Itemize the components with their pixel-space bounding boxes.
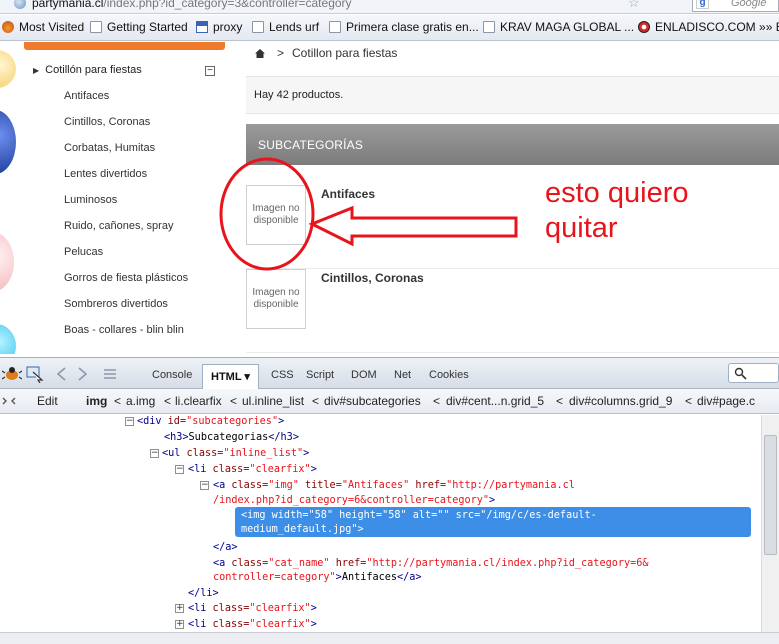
firebug-breadcrumbs: Edit img < a.img < li.clearfix < ul.inli… — [0, 389, 779, 414]
menu-lines-icon[interactable] — [100, 365, 120, 383]
tab-dom[interactable]: DOM — [351, 369, 377, 381]
firebug-bug-icon[interactable] — [2, 365, 22, 383]
page-icon — [252, 21, 264, 33]
crumb-div-subcategories[interactable]: div#subcategories — [324, 394, 421, 408]
bookmarks-toolbar: Most Visited Getting Started proxy Lends… — [0, 15, 779, 41]
expand-toggle-icon[interactable]: + — [175, 620, 184, 629]
tree-line[interactable]: <ul class="inline_list"> — [162, 447, 309, 460]
tab-net[interactable]: Net — [394, 369, 411, 381]
bookmark-lends-urf[interactable]: Lends urf — [252, 20, 319, 34]
bookmark-most-visited[interactable]: Most Visited — [2, 20, 84, 34]
crumb-separator: < — [312, 394, 320, 408]
url-domain: partymania.cl — [32, 0, 104, 10]
tree-line: <img width="58" height="58" alt="" src="… — [241, 510, 597, 521]
collapse-toggle-icon[interactable]: − — [200, 481, 209, 490]
tree-line[interactable]: </li> — [188, 587, 219, 600]
selected-node[interactable]: <img width="58" height="58" alt="" src="… — [235, 507, 751, 537]
crumb-separator: < — [433, 394, 441, 408]
page-icon — [90, 21, 102, 33]
dropdown-arrow-icon[interactable]: ▾ — [244, 371, 250, 383]
address-bar[interactable]: partymania.cl/index.php?id_category=3&co… — [0, 0, 779, 14]
bookmark-primera-clase[interactable]: Primera clase gratis en... — [329, 20, 479, 34]
page-content: ▶ Cotillón para fiestas − Antifaces Cinti… — [0, 42, 779, 354]
page-icon — [483, 21, 495, 33]
edit-button[interactable]: Edit — [37, 394, 58, 408]
back-icon[interactable] — [52, 365, 72, 383]
collapse-toggle-icon[interactable]: − — [125, 417, 134, 426]
bookmark-enladisco[interactable]: ENLADISCO.COM »» E... — [638, 20, 779, 34]
crumb-separator: < — [685, 394, 693, 408]
expand-toggle-icon[interactable]: + — [175, 604, 184, 613]
annotation-arrow — [308, 205, 518, 247]
split-view-icon[interactable] — [2, 395, 16, 407]
search-icon — [734, 367, 747, 380]
google-icon[interactable]: g — [696, 0, 709, 9]
firebug-search[interactable] — [728, 363, 779, 383]
page-icon — [329, 21, 341, 33]
tab-cookies[interactable]: Cookies — [429, 369, 469, 381]
tree-line[interactable]: <li class="clearfix"> — [188, 602, 317, 615]
tree-line: medium_default.jpg"> — [241, 524, 364, 535]
crumb-ul[interactable]: ul.inline_list — [242, 394, 304, 408]
site-identity-icon[interactable] — [14, 0, 26, 9]
crumb-separator: < — [556, 394, 564, 408]
crumb-div-page[interactable]: div#page.c — [697, 394, 755, 408]
tab-css[interactable]: CSS — [271, 369, 294, 381]
crumb-separator: < — [230, 394, 238, 408]
search-box[interactable]: g Google — [692, 0, 779, 12]
search-placeholder: Google — [731, 0, 767, 9]
crumb-div-center[interactable]: div#cent...n.grid_5 — [446, 394, 544, 408]
crumb-div-columns[interactable]: div#columns.grid_9 — [569, 394, 672, 408]
annotation-text: esto quiero quitar — [545, 177, 689, 244]
crumb-img[interactable]: img — [86, 394, 107, 408]
calendar-icon — [196, 21, 208, 33]
tree-line[interactable]: <a class="img" title="Antifaces" href="h… — [213, 479, 575, 492]
collapse-toggle-icon[interactable]: − — [150, 449, 159, 458]
collapse-toggle-icon[interactable]: − — [175, 465, 184, 474]
crumb-li[interactable]: li.clearfix — [175, 394, 222, 408]
inspect-icon[interactable] — [25, 365, 45, 383]
firebug-toolbar: Console HTML ▾ CSS Script DOM Net Cookie… — [0, 357, 779, 390]
horizontal-scrollbar[interactable] — [0, 632, 779, 644]
tab-console[interactable]: Console — [152, 369, 192, 381]
bookmark-getting-started[interactable]: Getting Started — [90, 20, 188, 34]
bookmark-krav-maga[interactable]: KRAV MAGA GLOBAL ... — [483, 20, 634, 34]
scrollbar-thumb[interactable] — [764, 435, 777, 555]
tab-script[interactable]: Script — [306, 369, 334, 381]
fx-icon — [2, 21, 14, 33]
annotation-circle — [219, 157, 315, 271]
tree-line[interactable]: <div id="subcategories"> — [137, 415, 284, 428]
url-text[interactable]: partymania.cl/index.php?id_category=3&co… — [32, 0, 352, 10]
url-path: /index.php?id_category=3&controller=cate… — [103, 0, 352, 10]
bookmark-proxy[interactable]: proxy — [196, 20, 242, 34]
tree-line[interactable]: <li class="clearfix"> — [188, 463, 317, 476]
tree-line[interactable]: <a class="cat_name" href="http://partyma… — [213, 557, 649, 570]
forward-icon[interactable] — [72, 365, 92, 383]
tree-line[interactable]: </a> — [213, 541, 238, 554]
bookmark-star-icon[interactable]: ☆ — [628, 0, 640, 11]
tree-line[interactable]: <h3>Subcategorias</h3> — [164, 431, 299, 444]
tree-line[interactable]: /index.php?id_category=6&controller=cate… — [213, 494, 495, 507]
tree-line[interactable]: <li class="clearfix"> — [188, 618, 317, 631]
crumb-separator: < — [164, 394, 172, 408]
tab-html[interactable]: HTML ▾ — [202, 364, 259, 390]
record-icon — [638, 21, 650, 33]
vertical-scrollbar[interactable] — [761, 415, 779, 644]
crumb-separator: < — [114, 394, 122, 408]
html-tree: − <div id="subcategories"> <h3>Subcatego… — [0, 415, 779, 644]
tree-line[interactable]: controller=category">Antifaces</a> — [213, 571, 422, 584]
crumb-a-img[interactable]: a.img — [126, 394, 155, 408]
